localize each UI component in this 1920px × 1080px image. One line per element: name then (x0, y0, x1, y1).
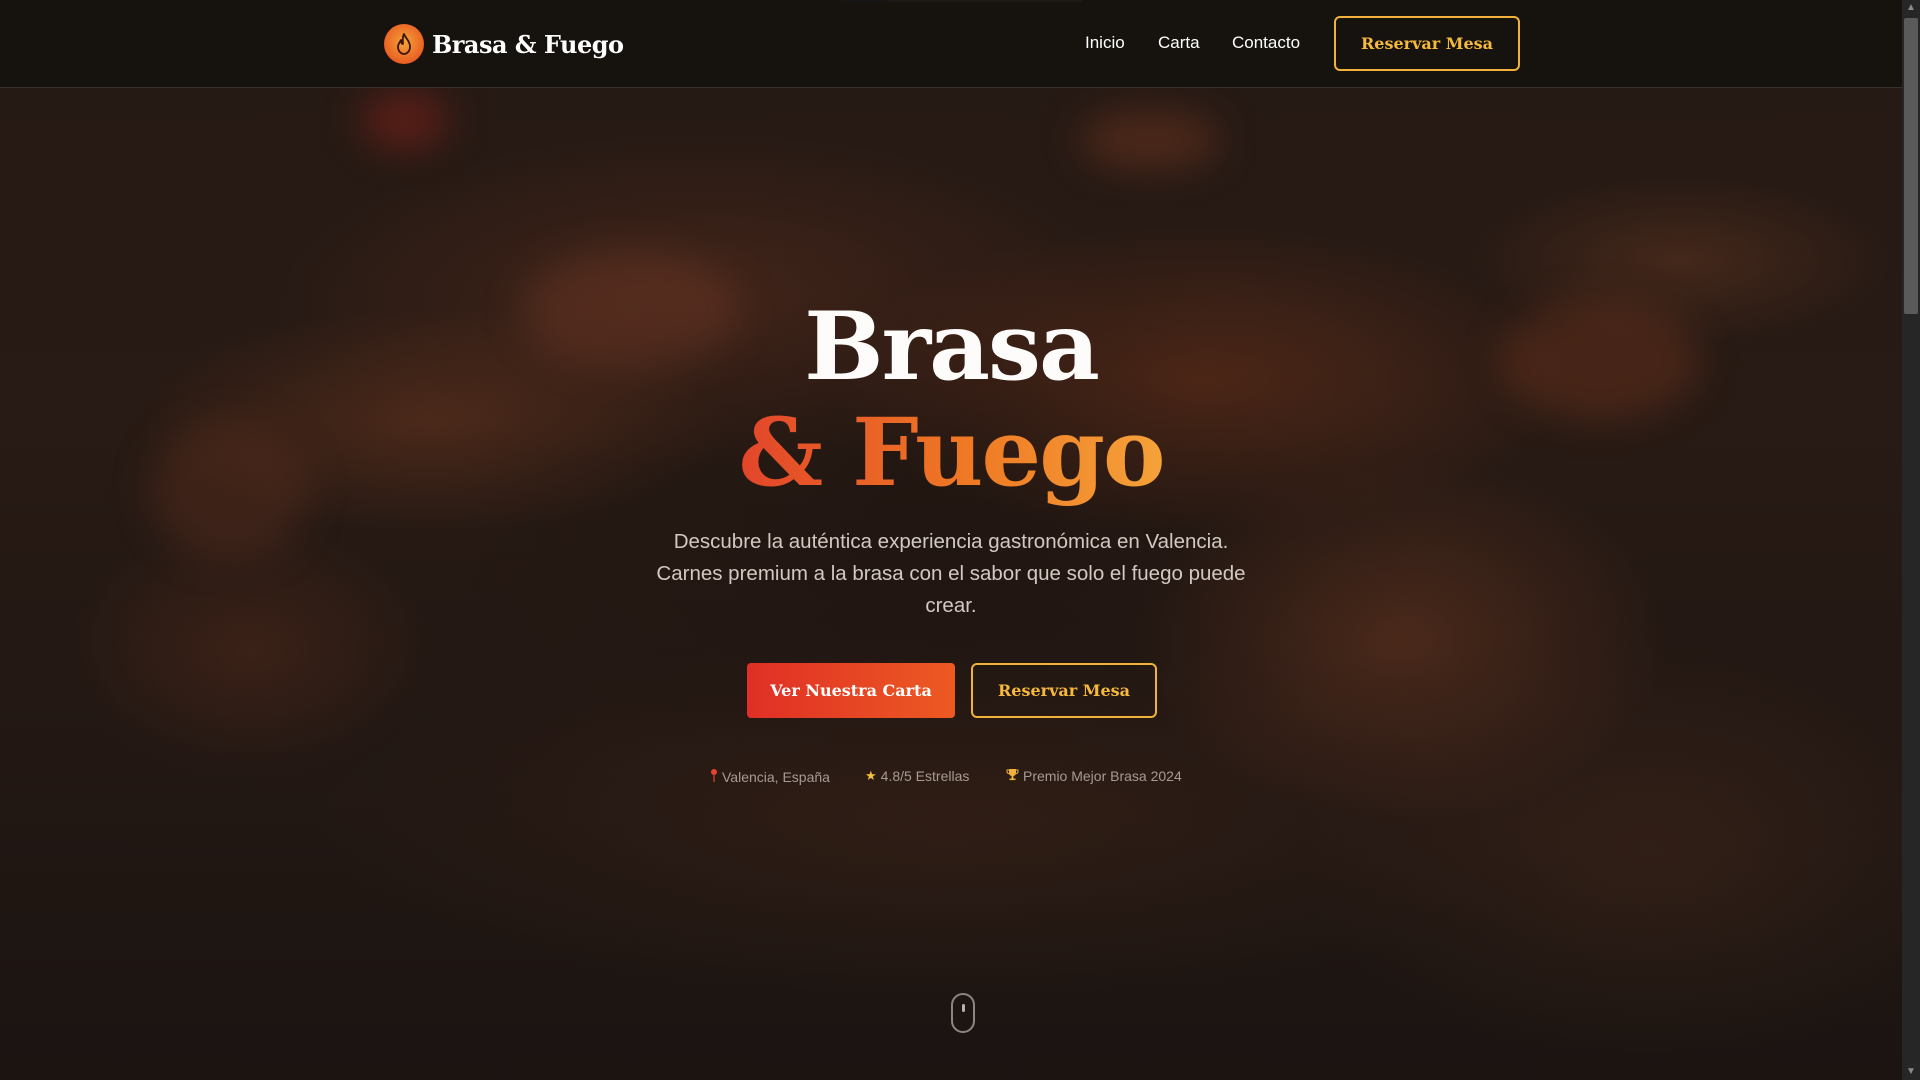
hero-title-line1: Brasa (804, 292, 1100, 402)
nav-link-contacto[interactable]: Contacto (1232, 33, 1300, 53)
nav-reservar-button[interactable]: Reservar Mesa (1334, 16, 1520, 71)
ver-carta-button[interactable]: Ver Nuestra Carta (747, 663, 955, 718)
hero-title-line2: & Fuego (0, 398, 1902, 508)
star-icon: ★ (865, 768, 877, 783)
scrollbar-thumb[interactable] (1904, 18, 1918, 314)
hero-title-accent: & Fuego (738, 398, 1165, 508)
nav-link-inicio[interactable]: Inicio (1085, 33, 1125, 53)
scroll-down-indicator[interactable] (951, 993, 975, 1033)
badge-location: Valencia, España (710, 768, 830, 785)
navbar: Brasa & Fuego Inicio Carta Contacto Rese… (0, 0, 1902, 88)
brand-logo-link[interactable]: Brasa & Fuego (384, 24, 624, 64)
map-pin-icon (710, 768, 718, 785)
brand-name: Brasa & Fuego (432, 29, 624, 59)
reservar-mesa-button[interactable]: Reservar Mesa (971, 663, 1157, 718)
hero-subtitle: Descubre la auténtica experiencia gastro… (656, 530, 1246, 617)
badge-rating-text: 4.8/5 Estrellas (880, 768, 970, 784)
scroll-up-arrow-icon[interactable]: ▲ (1902, 0, 1920, 16)
badge-rating: ★ 4.8/5 Estrellas (865, 768, 969, 784)
hero-badges: Valencia, España ★ 4.8/5 Estrellas Premi… (0, 768, 1902, 788)
mouse-wheel-icon (962, 1004, 965, 1012)
badge-award-text: Premio Mejor Brasa 2024 (1023, 768, 1182, 784)
page-scrollbar[interactable]: ▲ ▼ (1902, 0, 1920, 1080)
badge-award: Premio Mejor Brasa 2024 (1006, 768, 1182, 784)
badge-location-text: Valencia, España (722, 768, 830, 785)
nav-link-carta[interactable]: Carta (1158, 33, 1200, 53)
flame-icon (384, 24, 424, 64)
scroll-down-arrow-icon[interactable]: ▼ (1902, 1064, 1920, 1080)
trophy-icon (1006, 768, 1019, 784)
